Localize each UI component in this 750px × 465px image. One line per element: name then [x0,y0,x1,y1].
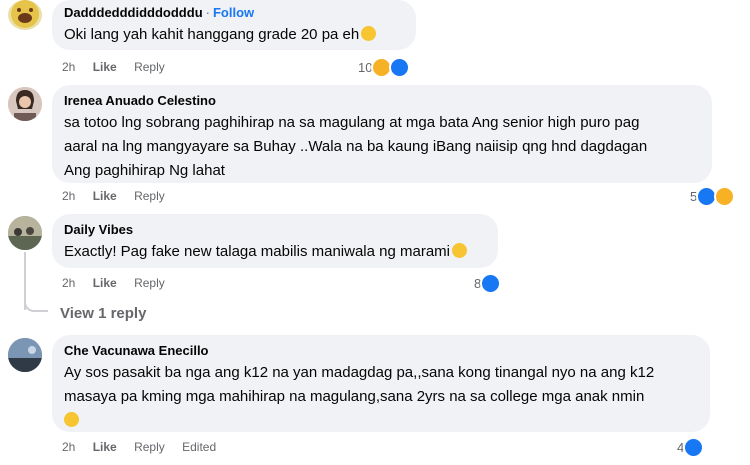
like-button[interactable]: Like [93,276,117,290]
avatar[interactable] [8,87,42,121]
grinning-face-emoji-icon [64,412,79,427]
reply-button[interactable]: Reply [134,276,165,290]
comment-text-content: Exactly! Pag fake new talaga mabilis man… [64,243,451,260]
timestamp[interactable]: 2h [62,189,75,203]
reaction-summary[interactable]: 10 [358,57,411,78]
comment-text-line: Ay sos pasakit ba nga ang k12 na yan mad… [64,364,655,381]
thread-connector-curve [24,298,48,312]
comment-bubble: Che Vacunawa Enecillo Ay sos pasakit ba … [52,335,710,432]
timestamp[interactable]: 2h [62,60,75,74]
comment-text-line: masaya pa kming mga mahihirap na magulan… [64,388,645,405]
timestamp[interactable]: 2h [62,276,75,290]
comment-actions: 2h Like Reply [62,60,179,74]
comment-text-line: sa totoo lng sobrang paghihirap na sa ma… [64,114,640,131]
like-icon [389,57,411,78]
comment-bubble: Dadddedddidddodddu · Follow Oki lang yah k… [52,0,416,50]
separator-dot: · [205,5,210,20]
edited-label: Edited [182,440,217,454]
comment-text: sa totoo lng sobrang paghihirap na sa ma… [64,111,700,183]
comment-author[interactable]: Daily Vibes [64,221,486,238]
like-icon [683,437,705,458]
comment-actions: 2h Like Reply [62,189,179,203]
comment-author[interactable]: Dadddedddidddodddu [64,5,203,20]
comment-text: Oki lang yah kahit hanggang grade 20 pa … [64,23,404,47]
reaction-count: 10 [358,60,373,75]
view-replies-link[interactable]: View 1 reply [60,305,146,322]
comment-text: Exactly! Pag fake new talaga mabilis man… [64,240,486,264]
pensive-face-emoji-icon [452,243,468,258]
reaction-summary[interactable]: 5 [690,186,736,207]
comment-bubble: Daily Vibes Exactly! Pag fake new talaga… [52,214,498,268]
comment-author-row: Dadddedddidddodddu · Follow [64,4,404,21]
comment-text-content: Oki lang yah kahit hanggang grade 20 pa … [64,26,360,43]
follow-button[interactable]: Follow [213,5,254,20]
comment-actions: 2h Like Reply Edited [62,440,230,454]
comment-author[interactable]: Irenea Anuado Celestino [64,92,700,109]
reply-button[interactable]: Reply [134,60,165,74]
like-button[interactable]: Like [93,440,117,454]
avatar[interactable] [8,338,42,372]
reaction-summary[interactable]: 4 [677,437,705,458]
reply-button[interactable]: Reply [134,440,165,454]
laughing-emoji-avatar-icon [11,0,39,28]
sad-face-emoji-icon [361,26,377,41]
comment-text: Ay sos pasakit ba nga ang k12 na yan mad… [64,361,698,433]
avatar[interactable] [8,0,42,30]
like-button[interactable]: Like [93,189,117,203]
avatar[interactable] [8,216,42,250]
group-photo-avatar-icon [8,216,42,250]
person-avatar-icon [8,87,42,121]
haha-icon [714,186,736,207]
reply-button[interactable]: Reply [134,189,165,203]
timestamp[interactable]: 2h [62,440,75,454]
like-icon [480,273,502,294]
comment-text-line: aaral na lng mangyayare sa Buhay ..Wala … [64,138,648,155]
like-button[interactable]: Like [93,60,117,74]
landscape-avatar-icon [8,338,42,372]
comment-author[interactable]: Che Vacunawa Enecillo [64,342,698,359]
comment-actions: 2h Like Reply [62,276,179,290]
reaction-summary[interactable]: 8 [474,273,502,294]
comment-bubble: Irenea Anuado Celestino sa totoo lng sob… [52,85,712,183]
comment-text-line: Ang paghihirap Ng lahat [64,162,225,179]
comment-text-line [64,409,698,433]
